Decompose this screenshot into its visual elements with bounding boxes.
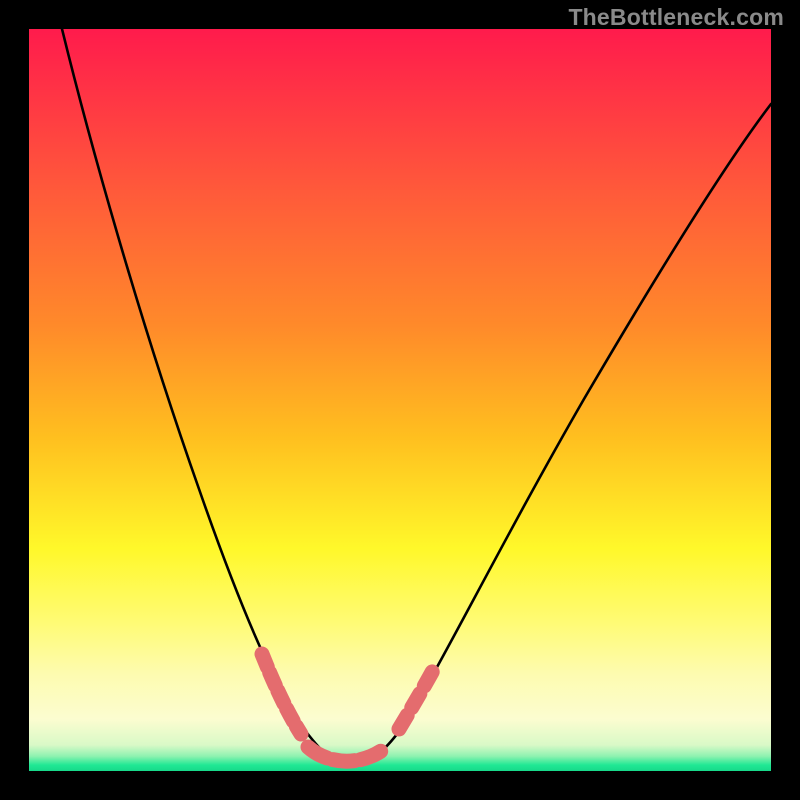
highlight-segment-right [399,665,436,729]
chart-area [29,29,771,771]
watermark-text: TheBottleneck.com [568,4,784,31]
chart-curve-layer [29,29,771,771]
highlight-segment-left [262,654,301,734]
bottleneck-curve [62,29,771,764]
highlight-segment-bottom [308,747,384,761]
